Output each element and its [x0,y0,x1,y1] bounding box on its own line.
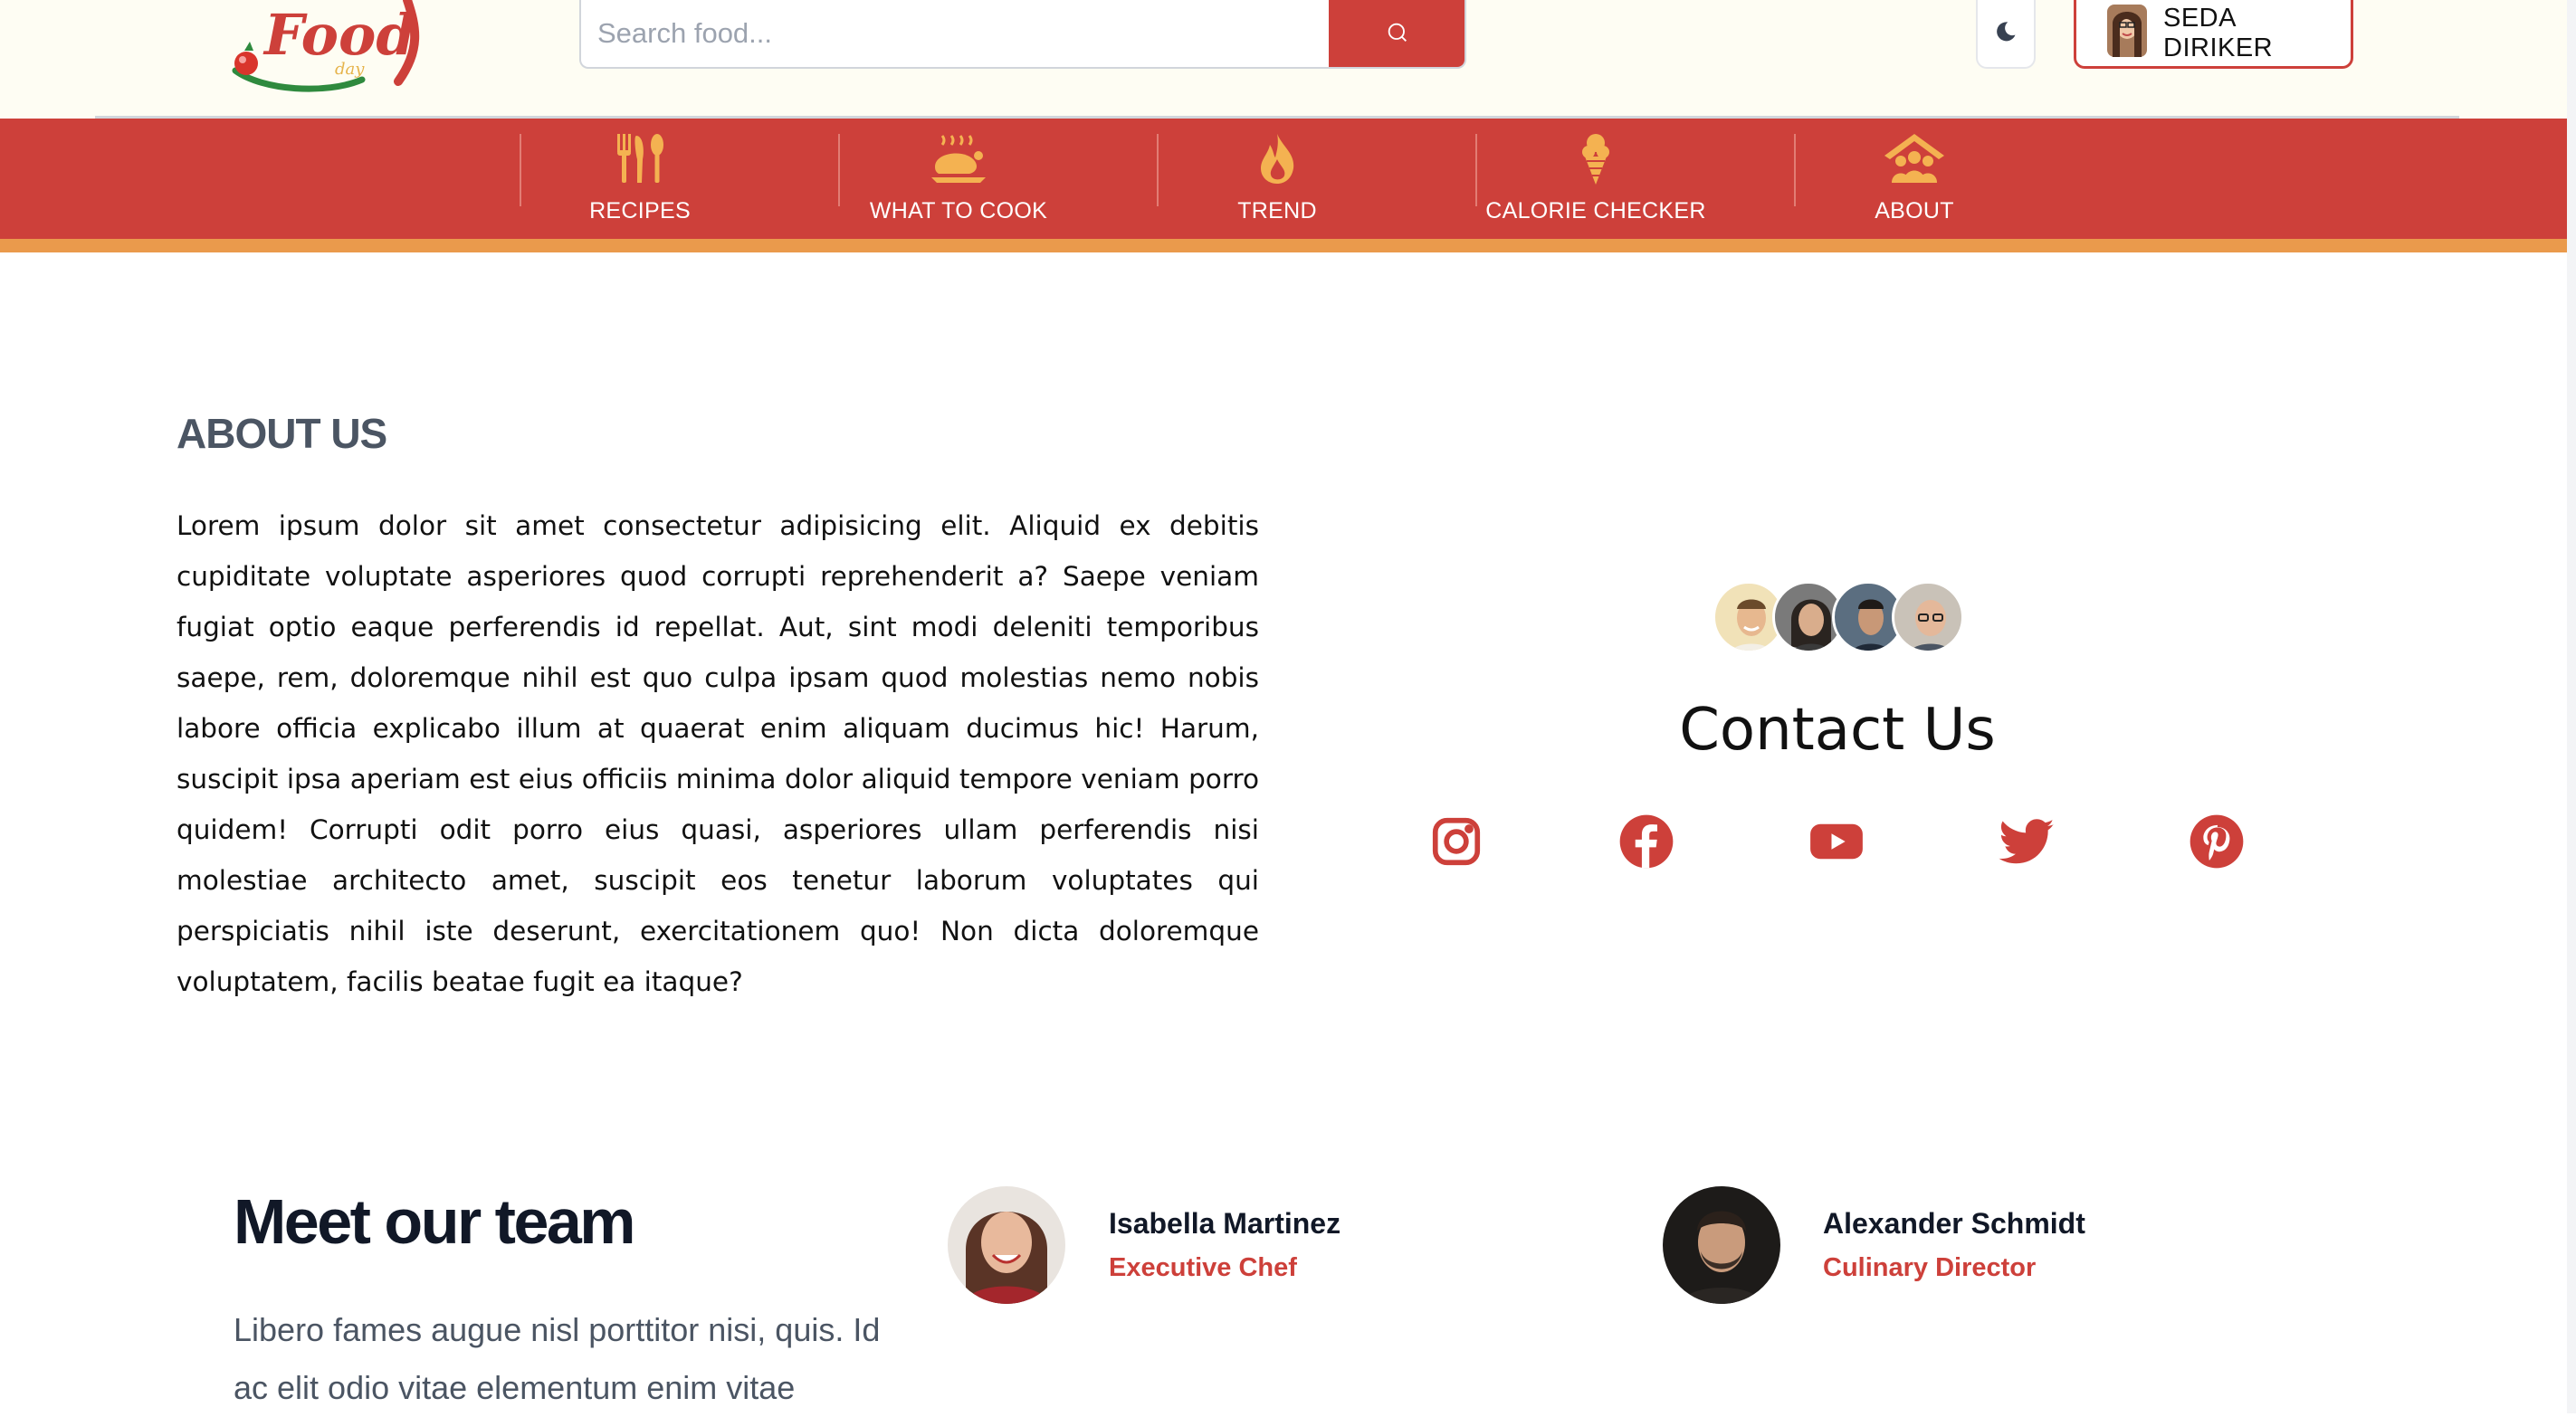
facebook-icon [1617,813,1675,875]
nav-label: CALORIE CHECKER [1485,198,1706,223]
team-description: Libero fames augue nisl porttitor nisi, … [234,1311,881,1406]
flame-icon [1255,132,1299,198]
youtube-link[interactable] [1804,811,1869,876]
search-button[interactable] [1329,0,1465,67]
nav-item-what-to-cook[interactable]: WHAT TO COOK [799,134,1118,224]
team-title: Meet our team [234,1186,636,1257]
nav-item-trend[interactable]: TREND [1118,134,1436,224]
pinterest-icon [2188,813,2246,875]
svg-text:Food: Food [262,2,415,68]
team-member-photo [948,1186,1065,1304]
nav-label: RECIPES [589,198,691,223]
nav-item-about[interactable]: ABOUT [1755,134,2074,224]
nav-label: ABOUT [1875,198,1954,223]
people-house-icon [1883,132,1946,198]
ice-cream-icon [1578,132,1614,198]
youtube-icon [1807,812,1866,876]
twitter-link[interactable] [1994,811,2059,876]
team-member-role: Culinary Director [1823,1253,2037,1282]
instagram-icon [1428,813,1484,874]
about-title: ABOUT US [177,410,387,457]
cutlery-icon [614,132,666,198]
nav-label: TREND [1237,198,1317,223]
user-name: SEDA DIRIKER [2163,3,2274,62]
food-day-logo[interactable]: Food day [226,0,453,95]
twitter-icon [1997,812,2056,876]
search-icon [1385,20,1410,50]
team-member-photo [1663,1186,1780,1304]
facebook-link[interactable] [1614,811,1679,876]
nav-item-calorie-checker[interactable]: CALORIE CHECKER [1436,134,1755,224]
nav-item-recipes[interactable]: RECIPES [481,134,799,224]
pinterest-link[interactable] [2184,811,2249,876]
avatar [1892,581,1964,653]
user-profile-button[interactable]: SEDA DIRIKER [2074,0,2353,69]
team-member-name: Isabella Martinez [1109,1207,1341,1240]
team-member-name: Alexander Schmidt [1823,1207,2085,1240]
search-bar [579,0,1466,69]
search-input[interactable] [581,0,1329,67]
instagram-link[interactable] [1424,811,1489,876]
team-member-role: Executive Chef [1109,1253,1297,1282]
page-scrollbar[interactable] [2567,0,2576,1413]
roast-chicken-icon [930,132,987,198]
top-header: Food day Search food... SEDA DIRIKER [0,0,2576,119]
about-text: Lorem ipsum dolor sit amet consectetur a… [177,510,1259,997]
nav-label: WHAT TO COOK [869,198,1048,223]
theme-toggle-button[interactable] [1976,0,2036,69]
moon-icon [1993,19,2018,49]
svg-text:day: day [335,60,365,79]
avatar [2107,5,2147,62]
contact-title: Contact Us [1679,697,1996,764]
contact-avatars [1713,581,1966,657]
nav-accent-stripe [0,239,2576,252]
